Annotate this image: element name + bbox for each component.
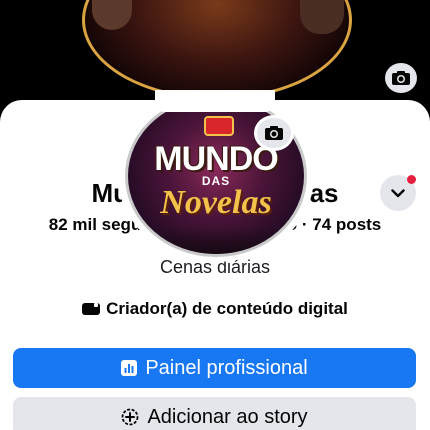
tv-icon: [204, 116, 234, 136]
edit-cover-button[interactable]: [385, 63, 417, 93]
camera-icon: [392, 71, 410, 85]
camera-icon: [265, 126, 283, 140]
category-label: Criador(a) de conteúdo digital: [106, 299, 348, 318]
profile-card: MUNDO DAS Novelas Mundo Das Novelas 82 m…: [0, 90, 430, 430]
add-to-story-button[interactable]: Adicionar ao story: [13, 397, 416, 430]
professional-dashboard-button[interactable]: Painel profissional: [13, 348, 416, 388]
add-story-icon: [122, 408, 139, 426]
add-to-story-label: Adicionar ao story: [147, 405, 308, 428]
professional-dashboard-label: Painel profissional: [145, 356, 308, 379]
video-camera-icon: [82, 303, 101, 315]
profile-switcher-button[interactable]: [380, 175, 416, 211]
bar-chart-icon: [121, 360, 138, 376]
edit-avatar-button[interactable]: [254, 115, 294, 151]
avatar-top-mask: [155, 90, 275, 112]
avatar-logo-text: Novelas: [160, 184, 272, 221]
notification-dot: [407, 175, 416, 184]
profile-category: Criador(a) de conteúdo digital: [0, 299, 430, 319]
avatar-skyline: [128, 226, 304, 254]
chevron-down-icon: [391, 188, 405, 197]
